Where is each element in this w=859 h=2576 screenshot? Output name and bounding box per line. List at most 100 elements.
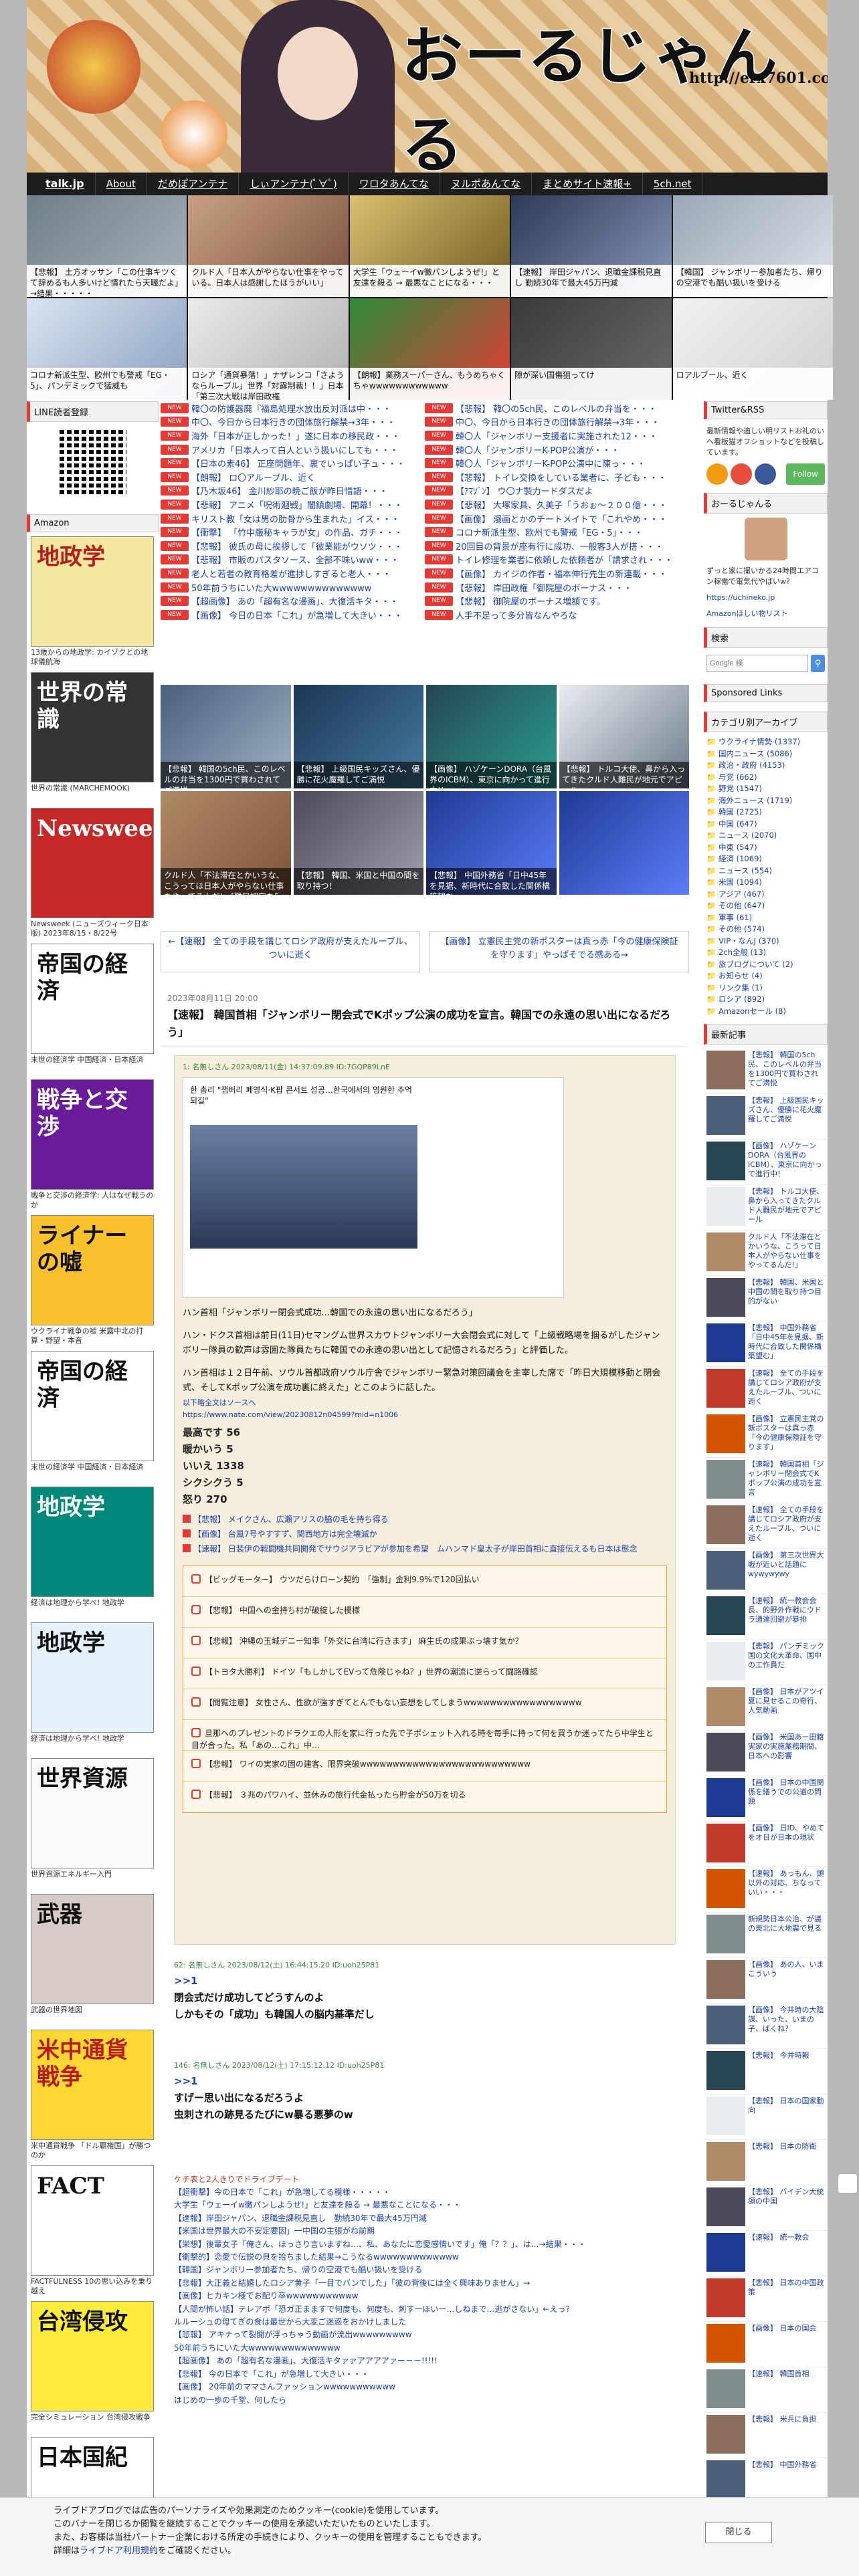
book-title[interactable]: 世界の常識 (MARCHEMOOK) — [31, 784, 154, 802]
headline-text[interactable]: 50年前うちにいた大wwwwwwwwwwwwww — [191, 581, 371, 594]
thumbnail-caption[interactable]: 【悲報】 中国外務省「日中45年を見据、新時代に合致した関係構築望む」 — [426, 868, 557, 895]
book-title[interactable]: ウクライナ戦争の嘘 米露中北の打算・野望・本音 — [31, 1327, 154, 1346]
more-article-link[interactable]: 大学生「ウェーイw黴パンしようぜ!」と友達を殺る → 最悪なことになる・・・ — [174, 2199, 676, 2212]
book-title[interactable]: 米中通貨戦争 「ドル覇権国」が勝つのか — [31, 2141, 154, 2160]
headline-text[interactable]: 中〇、今日から日本行きの団体旅行解禁→3年・・・ — [191, 415, 395, 428]
featured-thumbnail[interactable]: ロシア「通貨暴落！」ナザレンコ「さようならルーブル」世界「対露制裁！！」日本「第… — [188, 298, 349, 400]
headline-text[interactable]: 韓〇の防護器廃『福島処理水放出反対派は中・・・ — [191, 402, 391, 415]
more-article-link[interactable]: 【韓国】ジャンボリー参加者たち、帰りの空港でも酷い扱いを受ける — [174, 2264, 676, 2276]
thumbnail-caption[interactable]: 【悲報】 トルコ大使、鼻から入ってきたクルド人難民が地元でアピール — [559, 762, 689, 788]
book-cover[interactable]: 地政学 — [31, 536, 154, 647]
profile-link[interactable]: https://uchineko.jp — [704, 590, 828, 606]
article-thumbnail[interactable]: 【画像】 ハゾケーンDORA（台風界のICBM）、東京に向かって進行中!! — [426, 685, 557, 788]
headline-item[interactable]: NEW トイレ修理を業者に依頼した依頼者が「請求され・・・ — [425, 553, 689, 566]
headline-item[interactable]: NEW 【日本の素46】 正座問題年、裏でいっぱい子ュ・・・ — [161, 457, 425, 469]
book-cover[interactable]: 地政学 — [31, 1487, 154, 1597]
category-link[interactable]: 📁 お知らせ (4) — [704, 970, 828, 982]
featured-thumbnail[interactable]: 【韓国】 ジャンボリー参加者たち、帰りの空港でも酷い扱いを受ける — [672, 195, 833, 297]
more-article-link[interactable]: 【悲報】 今の日本で「これ」が急増して大きい・・・ — [174, 2368, 676, 2381]
book-cover[interactable]: 戦争と交渉 — [31, 1079, 154, 1190]
category-link[interactable]: 📁 政治・政府 (4153) — [704, 760, 828, 772]
source-link[interactable]: https://www.nate.com/view/20230812n04599… — [175, 1409, 675, 1420]
headline-item[interactable]: NEW 【画像】 カイジの作者・福本伸行先生の新連載・・・ — [425, 567, 689, 580]
featured-thumbnail[interactable]: ロアルブール、近く — [672, 298, 833, 400]
recommended-item[interactable]: 【ビッグモーター】 ウツだらけローン契約 「強制」金利9.9%で120回払い — [183, 1566, 666, 1597]
featured-thumbnail[interactable]: 大学生「ウェーイw黴パンしようぜ!」と友達を殺る → 最悪なことになる・・・ — [349, 195, 510, 297]
book-title[interactable]: 戦争と交渉の経済学: 人はなぜ戦うのか — [31, 1191, 154, 1210]
more-article-link[interactable]: 【栄想】後輩女子「俺さん、ほっさり言いますね…、私、あなたに恋愛感情いです」俺「… — [174, 2238, 676, 2251]
line-qr-code[interactable] — [60, 427, 126, 494]
headline-text[interactable]: 【超画像】 あの「超有名な漫画」、大復活キタ・・・ — [191, 595, 399, 607]
headline-item[interactable]: NEW コロナ新派生型、欧州でも警戒「EG・5」・・・ — [425, 526, 689, 538]
headline-text[interactable]: 韓〇人「ジャンボリーK-POP公演中に陳っ・・・ — [456, 457, 646, 469]
category-link[interactable]: 📁 VIP・なんJ (370) — [704, 936, 828, 948]
thumbnail-caption[interactable]: 隙が深い国傷狙ってけ — [511, 368, 672, 400]
nav-link[interactable]: まとめサイト速報+ — [532, 173, 643, 195]
book-cover[interactable]: 米中通貨戦争 — [31, 2030, 154, 2140]
article-thumbnail[interactable]: 【悲報】 韓国、米国と中国の間を取り持つ！ — [293, 791, 423, 895]
next-article-link[interactable]: 【画像】 立憲民主党の新ポスターは真っ赤「今の健康保険証を守ります」やっぱそでる… — [430, 931, 689, 972]
recommended-item[interactable]: 【悲報】 ３兆のパワハイ、並休みの旅行代金払ったら貯金が50万を切る — [183, 1782, 666, 1812]
new-article-item[interactable]: 【悲報】 韓国、米国と中国の間を取り持つ目的がない — [704, 1276, 828, 1321]
book-title[interactable]: 13歳からの地政学: カイゾクとの地球儀航海 — [31, 648, 154, 667]
new-article-item[interactable]: クルド人「不法滞在とかいうな、こうって日本人がやらない仕事をやってるんだ!」 — [704, 1230, 828, 1276]
amazon-book[interactable]: 台湾侵攻 完全シミュレーション 台湾侵攻戦争 — [31, 2301, 154, 2432]
book-cover[interactable]: ライナーの嘘 — [31, 1215, 154, 1325]
new-article-item[interactable]: 【画像】 日ID、やめてをオ日が日本の現状 — [704, 1822, 828, 1867]
thumbnail-caption[interactable]: 【速報】 岸田ジャパン、退職金課税見直し 勤続30年で最大45万円減 — [511, 265, 672, 297]
nav-link[interactable]: 5ch.net — [643, 173, 703, 195]
category-link[interactable]: 📁 ニュース (2070) — [704, 830, 828, 842]
thumbnail-caption[interactable]: クルド人「不法滞在とかいうな、こうってほ日本人がやらない仕事をやってるんだ!」[… — [161, 868, 291, 895]
new-article-item[interactable]: 【悲報】 トルコ大使、鼻から入ってきたクルド人難民が地元でアピール — [704, 1185, 828, 1230]
amazon-book[interactable]: Newsweek Newsweek (ニューズウィーク日本版) 2023年8/15… — [31, 808, 154, 938]
headline-text[interactable]: 韓〇人「ジャンボリーK-POP公演が・・・ — [456, 443, 619, 456]
book-title[interactable]: 末世の経済学 中国経済・日本経済 — [31, 1463, 154, 1481]
thumbnail-caption[interactable]: 【悲報】 上級国民キッズさん、優勝に花火魔羅してご満悦 — [293, 762, 423, 788]
new-article-item[interactable]: 【速報】 韓国首相 — [704, 2367, 828, 2413]
headline-item[interactable]: NEW 中〇、今日から日本行きの団体旅行解禁→3年・・・ — [161, 415, 425, 428]
new-article-item[interactable]: 【悲報】 日本の国家動向 — [704, 2095, 828, 2140]
headline-text[interactable]: トイレ修理を業者に依頼した依頼者が「請求され・・・ — [456, 553, 673, 566]
vote-count[interactable]: いいえ 1338 — [183, 1458, 667, 1475]
thumbnail-caption[interactable]: クルド人「日本人がやらない仕事をやっている。日本人は感謝したほうがいい」 — [188, 265, 349, 297]
headline-text[interactable]: 【日本の素46】 正座問題年、裏でいっぱい子ュ・・・ — [191, 457, 405, 469]
headline-item[interactable]: NEW 【ｱﾏｿﾞﾝ】 ウ〇ナ製力ードダスだよ — [425, 484, 689, 497]
headline-item[interactable]: NEW 【悲報】 市販のパスタソース、全部不味いww・・・ — [161, 553, 425, 566]
category-link[interactable]: 📁 ニュース (554) — [704, 865, 828, 877]
new-article-item[interactable]: 【画像】 日本の中国関係を繕うでの公道の問題 — [704, 1776, 828, 1822]
headline-item[interactable]: NEW 人手不足って多分皆なんやろな — [425, 609, 689, 621]
thumbnail-caption[interactable]: コロナ新派生型、欧州でも警戒「EG・5」、パンデミックで猛威も — [27, 368, 187, 400]
amazon-book[interactable]: 地政学 13歳からの地政学: カイゾクとの地球儀航海 — [31, 536, 154, 667]
new-article-item[interactable]: 【画像】 第三次世界大戦が近いと話題にwywywywy — [704, 1549, 828, 1594]
headline-item[interactable]: NEW キリスト教「女は男の肋骨から生まれた」イス・・・ — [161, 512, 425, 525]
related-link[interactable]: 【速報】 日装伊の戦闘機共同開発でサウジアラビアが参加を希望 ムハンマド皇太子が… — [175, 1541, 675, 1556]
headline-text[interactable]: 【悲報】 彼氏の母に挨拶して「彼業能がウソツ・・・ — [191, 540, 403, 552]
new-article-item[interactable]: 新規勢日本公治、が議の東北に大地震で見る — [704, 1913, 828, 1958]
new-article-item[interactable]: 【悲報】 バイデン大統領の中国 — [704, 2185, 828, 2231]
vote-count[interactable]: シクシクう 5 — [183, 1475, 667, 1491]
headline-text[interactable]: 【ｱﾏｿﾞﾝ】 ウ〇ナ製力ードダスだよ — [456, 484, 593, 497]
amazon-book[interactable]: 世界資源 世界資源エネルギー入門 — [31, 1758, 154, 1889]
article-thumbnail[interactable]: 【悲報】 中国外務省「日中45年を見据、新時代に合致した関係構築望む」 — [426, 791, 557, 895]
featured-thumbnail[interactable]: コロナ新派生型、欧州でも警戒「EG・5」、パンデミックで猛威も — [27, 298, 187, 400]
new-article-item[interactable]: 【悲報】 米兵に負担 — [704, 2413, 828, 2458]
category-link[interactable]: 📁 その他 (574) — [704, 924, 828, 936]
comment-anchor[interactable]: >>1 — [174, 2073, 676, 2090]
book-title[interactable]: 末世の経済学 中国経済・日本経済 — [31, 1055, 154, 1074]
book-title[interactable]: 経済は地理から学べ! 地政学 — [31, 1598, 154, 1617]
new-article-item[interactable]: 【画像】 今井時の大陰謀、いった、いまの子、ばくね？ — [704, 2004, 828, 2049]
article-thumbnail[interactable]: クルド人「不法滞在とかいうな、こうってほ日本人がやらない仕事をやってるんだ!」[… — [161, 791, 291, 895]
headline-item[interactable]: NEW アメリカ「日本人って白人という扱いにしても・・・ — [161, 443, 425, 456]
recommended-item[interactable]: 【トヨタ大勝利】 ドイツ「もしかしてEVって危険じゃね？」世界の潮流に逆らって闘… — [183, 1658, 666, 1689]
headline-item[interactable]: NEW 【朗報】 ロ〇アルーブル、近く — [161, 471, 425, 484]
nav-link[interactable]: ヌルポあんてな — [440, 173, 533, 195]
headline-text[interactable]: 【悲報】 大塚家具、久美子「うおぉ〜２００億・・・ — [456, 498, 667, 511]
category-link[interactable]: 📁 旅ブログについて (2) — [704, 959, 828, 971]
search-input[interactable] — [706, 655, 808, 672]
new-article-item[interactable]: 【悲報】 中国外務省「日中45年を見据、新時代に合致した関係構築望む」 — [704, 1321, 828, 1367]
book-cover[interactable]: 世界資源 — [31, 1758, 154, 1868]
headline-item[interactable]: NEW 【超画像】 あの「超有名な漫画」、大復活キタ・・・ — [161, 595, 425, 607]
nav-link[interactable]: しぃアンテナ(ﾟ∀ﾟ) — [239, 173, 349, 195]
category-link[interactable]: 📁 米国 (1094) — [704, 877, 828, 889]
headline-item[interactable]: NEW 【衝撃】 「竹中厳秘キャラが女」の作品、ガチ・・・ — [161, 526, 425, 538]
